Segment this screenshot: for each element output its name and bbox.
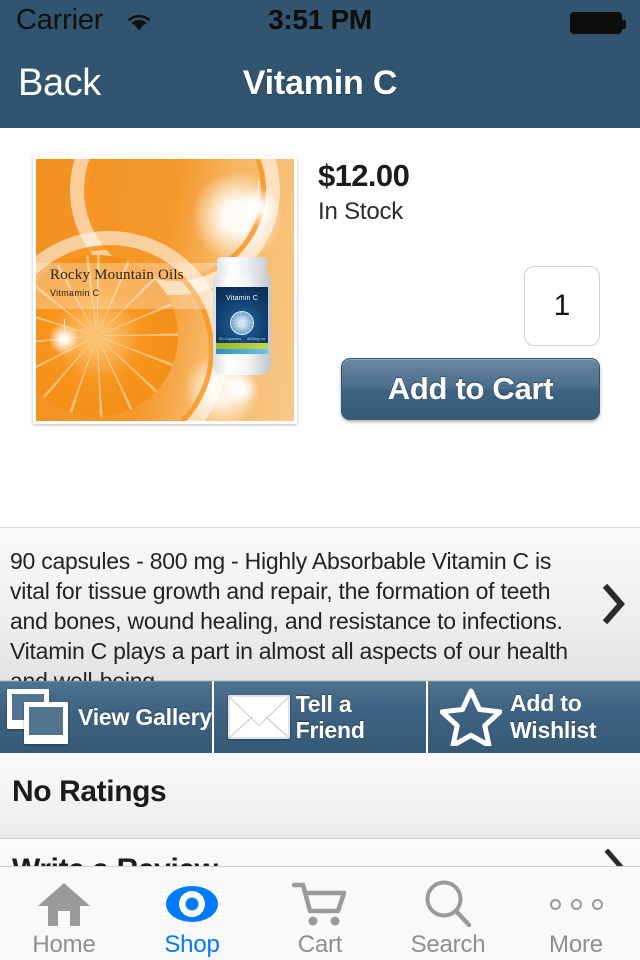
tab-bar: Home Shop Cart Search More (0, 866, 640, 960)
add-to-cart-label: Add to Cart (387, 371, 554, 406)
tab-shop-label: Shop (164, 931, 220, 958)
tab-cart-label: Cart (297, 931, 343, 958)
chevron-right-icon (602, 584, 625, 624)
add-to-cart-button[interactable]: Add to Cart (341, 358, 600, 420)
product-description-text: 90 capsules - 800 mg - Highly Absorbable… (10, 548, 568, 694)
quantity-value: 1 (553, 289, 571, 322)
star-icon (440, 688, 502, 746)
wishlist-label-line1: Add to (510, 690, 582, 716)
supplement-bottle: Vitamin C 90 Capsules 800mg ea (211, 257, 273, 375)
dot (570, 898, 582, 910)
navigation-bar: Back Vitamin C (0, 46, 640, 128)
app-screen: Carrier 3:51 PM Back Vitamin C Rocky Mou… (0, 0, 640, 960)
product-price: $12.00 (318, 158, 410, 193)
bottle-meta-left: 90 Capsules (219, 336, 242, 341)
dot (591, 898, 603, 910)
tab-more[interactable]: More (512, 867, 640, 960)
bottle-label-stripe (216, 349, 268, 354)
tab-more-label: More (549, 931, 603, 958)
tell-a-friend-button[interactable]: Tell a Friend (214, 681, 428, 753)
tab-home[interactable]: Home (0, 867, 128, 960)
status-clock: 3:51 PM (268, 4, 372, 35)
dots-group (549, 898, 603, 910)
wishlist-label-line2: Wishlist (510, 717, 597, 743)
page-title: Vitamin C (242, 64, 398, 102)
more-dots-icon (549, 879, 603, 929)
stock-status: In Stock (318, 198, 404, 225)
view-gallery-label: View Gallery (78, 704, 212, 730)
bottle-fruit-icon (230, 311, 254, 335)
status-bar: Carrier 3:51 PM (0, 0, 640, 46)
gallery-icon (6, 688, 72, 746)
tab-home-label: Home (32, 931, 96, 958)
product-image[interactable]: Rocky Mountain Oils Vitmamin C Vitamin C… (33, 156, 297, 424)
tab-cart[interactable]: Cart (256, 867, 384, 960)
bottle-label-title: Vitamin C (225, 295, 258, 302)
bottle-meta-right: 800mg ea (247, 336, 265, 341)
battery-icon (570, 12, 626, 34)
product-action-bar: View Gallery Tell a Friend Add to Wishli… (0, 681, 640, 753)
cart-icon (292, 879, 348, 929)
sparkle-icon (44, 319, 84, 359)
tab-search-label: Search (410, 931, 486, 958)
ratings-section: No Ratings (0, 753, 640, 839)
add-to-wishlist-button[interactable]: Add to Wishlist (428, 681, 640, 753)
product-detail-content: Rocky Mountain Oils Vitmamin C Vitamin C… (0, 128, 640, 527)
dot (549, 898, 561, 910)
envelope-icon (228, 695, 290, 739)
sparkle-icon (232, 181, 284, 233)
product-description-panel[interactable]: 90 capsules - 800 mg - Highly Absorbable… (0, 527, 640, 694)
product-image-canvas: Rocky Mountain Oils Vitmamin C Vitamin C… (36, 159, 294, 421)
add-to-wishlist-label: Add to Wishlist (510, 690, 597, 744)
ratings-summary: No Ratings (12, 775, 167, 808)
tell-a-friend-label: Tell a Friend (295, 691, 365, 743)
gallery-frame-front (24, 702, 68, 744)
view-gallery-button[interactable]: View Gallery (0, 681, 214, 753)
bottle-cap (217, 257, 267, 277)
bottle-label: Vitamin C 90 Capsules 800mg ea (216, 287, 268, 353)
eye-icon (164, 879, 220, 929)
tab-shop[interactable]: Shop (128, 867, 256, 960)
tab-search[interactable]: Search (384, 867, 512, 960)
bottle-label-meta: 90 Capsules 800mg ea (216, 336, 268, 341)
quantity-input[interactable]: 1 (524, 266, 600, 346)
envelope-outline (228, 695, 290, 739)
search-icon (422, 879, 474, 929)
home-icon (36, 879, 92, 929)
